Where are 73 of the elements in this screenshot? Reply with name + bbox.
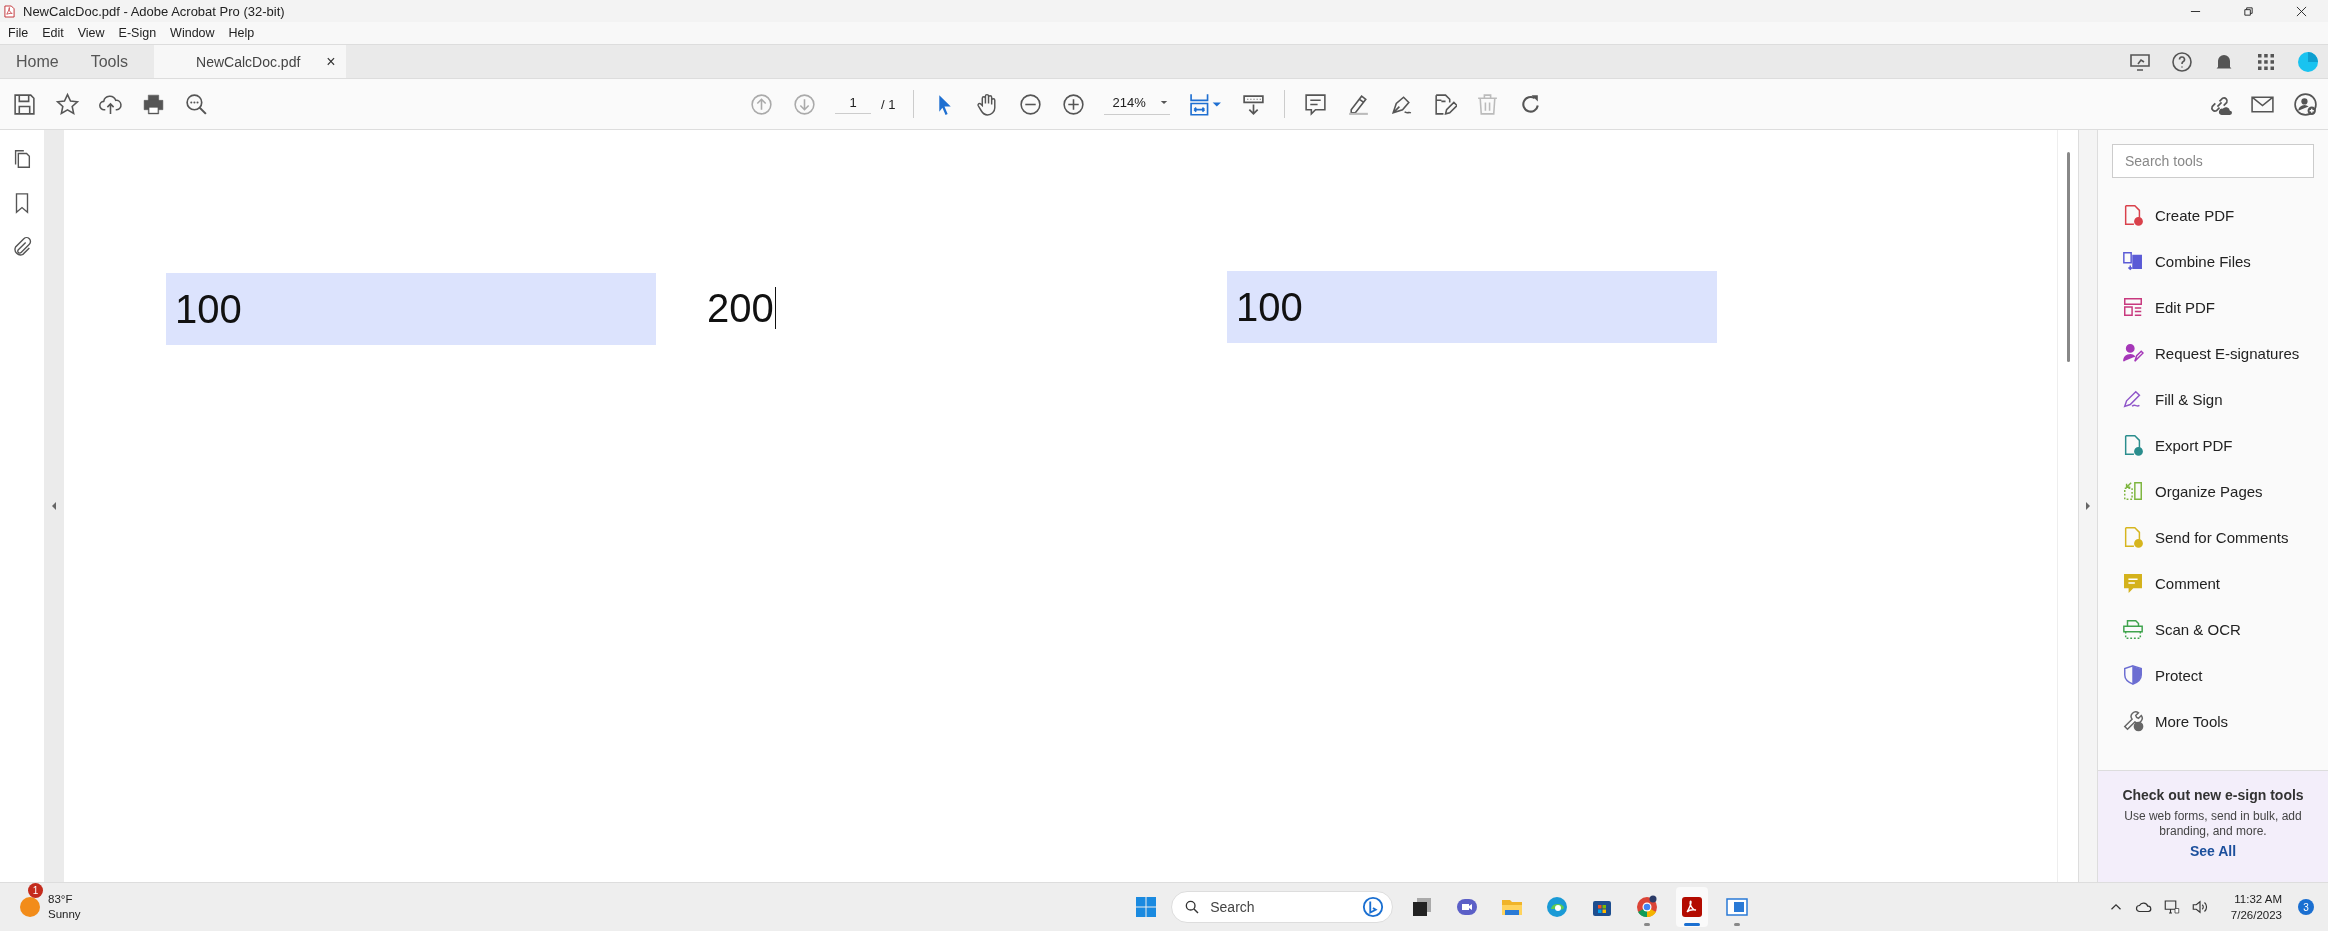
add-user-icon[interactable] (2293, 91, 2318, 117)
paperclip-icon[interactable] (11, 236, 33, 258)
windows-start-icon[interactable] (1134, 895, 1159, 919)
tool-link[interactable]: Combine Files (2155, 252, 2251, 270)
volume-icon[interactable] (2190, 898, 2209, 916)
search-icon (1184, 899, 1201, 915)
tool-link[interactable]: Edit PDF (2155, 298, 2215, 316)
menu-item[interactable]: Help (228, 26, 255, 40)
tool-link[interactable]: Export PDF (2155, 436, 2233, 454)
menu-item[interactable]: File (8, 26, 29, 40)
tool-link[interactable]: Request E-signatures (2155, 344, 2300, 362)
promo-title: Check out new e-sign tools (2122, 787, 2304, 803)
document-icon[interactable] (2122, 204, 2144, 226)
collapse-right-icon[interactable] (2085, 501, 2091, 511)
see-all-link[interactable]: See All (2189, 843, 2237, 859)
close-tab-button[interactable]: × (326, 52, 336, 71)
tool-link[interactable]: Fill & Sign (2155, 390, 2223, 408)
tool-link[interactable]: Create PDF (2155, 206, 2235, 224)
menu-item[interactable]: Window (170, 26, 215, 40)
shield-icon[interactable] (2122, 664, 2144, 686)
notification-badge[interactable]: 3 (2298, 899, 2314, 915)
form-field[interactable]: 100 (1227, 271, 1717, 343)
tab[interactable]: Tools (74, 45, 145, 78)
comment-icon[interactable] (1302, 91, 1328, 117)
alert-badge: 1 (28, 883, 43, 898)
menu-item[interactable]: Edit (42, 26, 64, 40)
zoom-search-icon[interactable] (184, 91, 209, 117)
combine-files-icon[interactable] (2122, 250, 2144, 272)
tool-link[interactable]: Scan & OCR (2155, 620, 2241, 638)
fit-page-icon[interactable] (1187, 91, 1223, 117)
restore-icon[interactable] (2243, 5, 2254, 17)
save-icon[interactable] (12, 91, 37, 117)
tab[interactable]: Home (0, 45, 75, 78)
zoom-dropdown[interactable]: 214% (1104, 93, 1170, 115)
tab-label: NewCalcDoc.pdf (196, 53, 301, 70)
caret-icon (1159, 100, 1168, 105)
promo-text: Use web forms, send in bulk, add branding, and more. (2123, 809, 2303, 839)
bing-icon[interactable] (1362, 896, 1385, 918)
help-icon[interactable] (2170, 49, 2194, 74)
form-field[interactable]: 200 (698, 272, 1188, 344)
acrobat-icon[interactable] (1676, 887, 1709, 927)
taskbar-search-field[interactable]: Search (1171, 891, 1394, 923)
tool-link[interactable]: Protect (2155, 666, 2203, 684)
star-icon[interactable] (55, 91, 80, 117)
document-icon[interactable] (2122, 434, 2144, 456)
temperature: 83°F (48, 892, 74, 907)
tool-link[interactable]: Comment (2155, 574, 2221, 592)
weather-condition: Sunny (48, 907, 81, 922)
wrench-icon[interactable] (2122, 710, 2144, 732)
zoom-out-icon[interactable] (1018, 91, 1044, 117)
scanner-icon[interactable] (2122, 618, 2144, 640)
app-icon (4, 4, 15, 18)
clock-date[interactable]: 7/26/2023 (2230, 907, 2282, 923)
tool-link[interactable]: Organize Pages (2155, 482, 2263, 500)
menu-item[interactable]: View (77, 26, 105, 40)
search-tools-field[interactable]: Search tools (2112, 144, 2314, 178)
print-icon[interactable] (141, 91, 166, 117)
menu-item[interactable]: E-Sign (118, 26, 157, 40)
window-title: NewCalcDoc.pdf - Adobe Acrobat Pro (32-bit) (23, 3, 285, 19)
avatar-icon[interactable] (2296, 49, 2320, 74)
page-count: / 1 (881, 96, 896, 112)
tool-link[interactable]: Send for Comments (2155, 528, 2289, 546)
form-field[interactable]: 100 (166, 273, 656, 345)
layout-icon[interactable] (2122, 296, 2144, 318)
clock-time[interactable]: 11:32 AM (2234, 891, 2282, 907)
tool-link[interactable]: More Tools (2155, 712, 2229, 730)
collapse-left-icon[interactable] (51, 501, 57, 511)
page-number-field[interactable]: 1 (835, 94, 871, 114)
person-pen-icon[interactable] (2122, 342, 2144, 364)
close-icon[interactable] (2296, 5, 2307, 17)
zoom-in-icon[interactable] (1061, 91, 1087, 117)
network-icon[interactable] (2162, 898, 2181, 916)
document-tab[interactable]: NewCalcDoc.pdf × (154, 45, 346, 78)
